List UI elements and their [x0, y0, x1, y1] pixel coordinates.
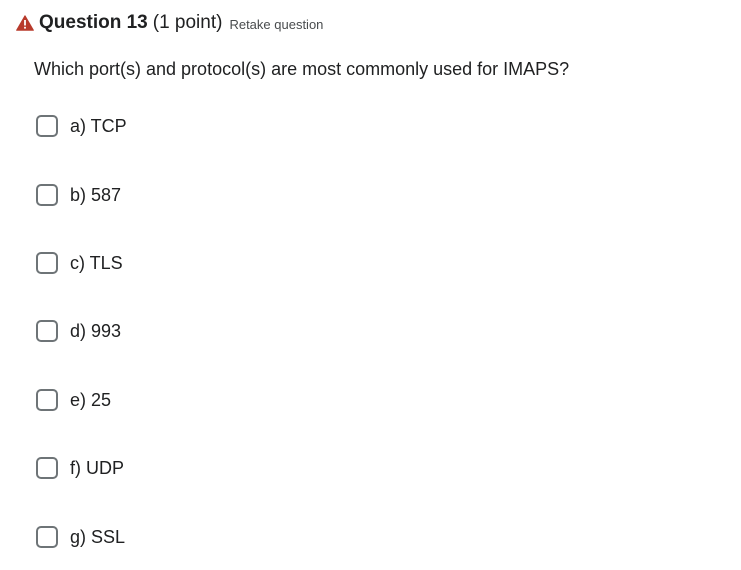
option-c[interactable]: c) TLS [36, 250, 123, 276]
option-label-a: a) TCP [70, 115, 127, 136]
checkbox-e[interactable] [36, 389, 58, 411]
checkbox-b[interactable] [36, 184, 58, 206]
question-points: (1 point) [152, 12, 223, 33]
option-label-f: f) UDP [70, 457, 124, 478]
option-label-g: g) SSL [70, 526, 126, 547]
checkbox-a[interactable] [36, 115, 58, 137]
checkbox-f[interactable] [36, 457, 58, 479]
option-e[interactable]: e) 25 [36, 387, 111, 413]
checkbox-d[interactable] [36, 320, 58, 342]
question-title: Question 13 [39, 12, 148, 33]
warning-icon [16, 15, 34, 31]
checkbox-g[interactable] [36, 526, 58, 548]
question-text: Which port(s) and protocol(s) are most c… [34, 59, 570, 79]
option-g[interactable]: g) SSL [36, 524, 125, 550]
question-header: Question 13 (1 point) Retake question [16, 10, 323, 36]
checkbox-c[interactable] [36, 252, 58, 274]
option-label-d: d) 993 [70, 320, 122, 341]
option-label-e: e) 25 [70, 389, 112, 410]
option-b[interactable]: b) 587 [36, 182, 121, 208]
option-f[interactable]: f) UDP [36, 455, 124, 481]
option-label-b: b) 587 [70, 184, 122, 205]
option-label-c: c) TLS [70, 252, 123, 273]
option-a[interactable]: a) TCP [36, 113, 127, 139]
option-d[interactable]: d) 993 [36, 318, 121, 344]
retake-question-link[interactable]: Retake question [229, 17, 323, 32]
